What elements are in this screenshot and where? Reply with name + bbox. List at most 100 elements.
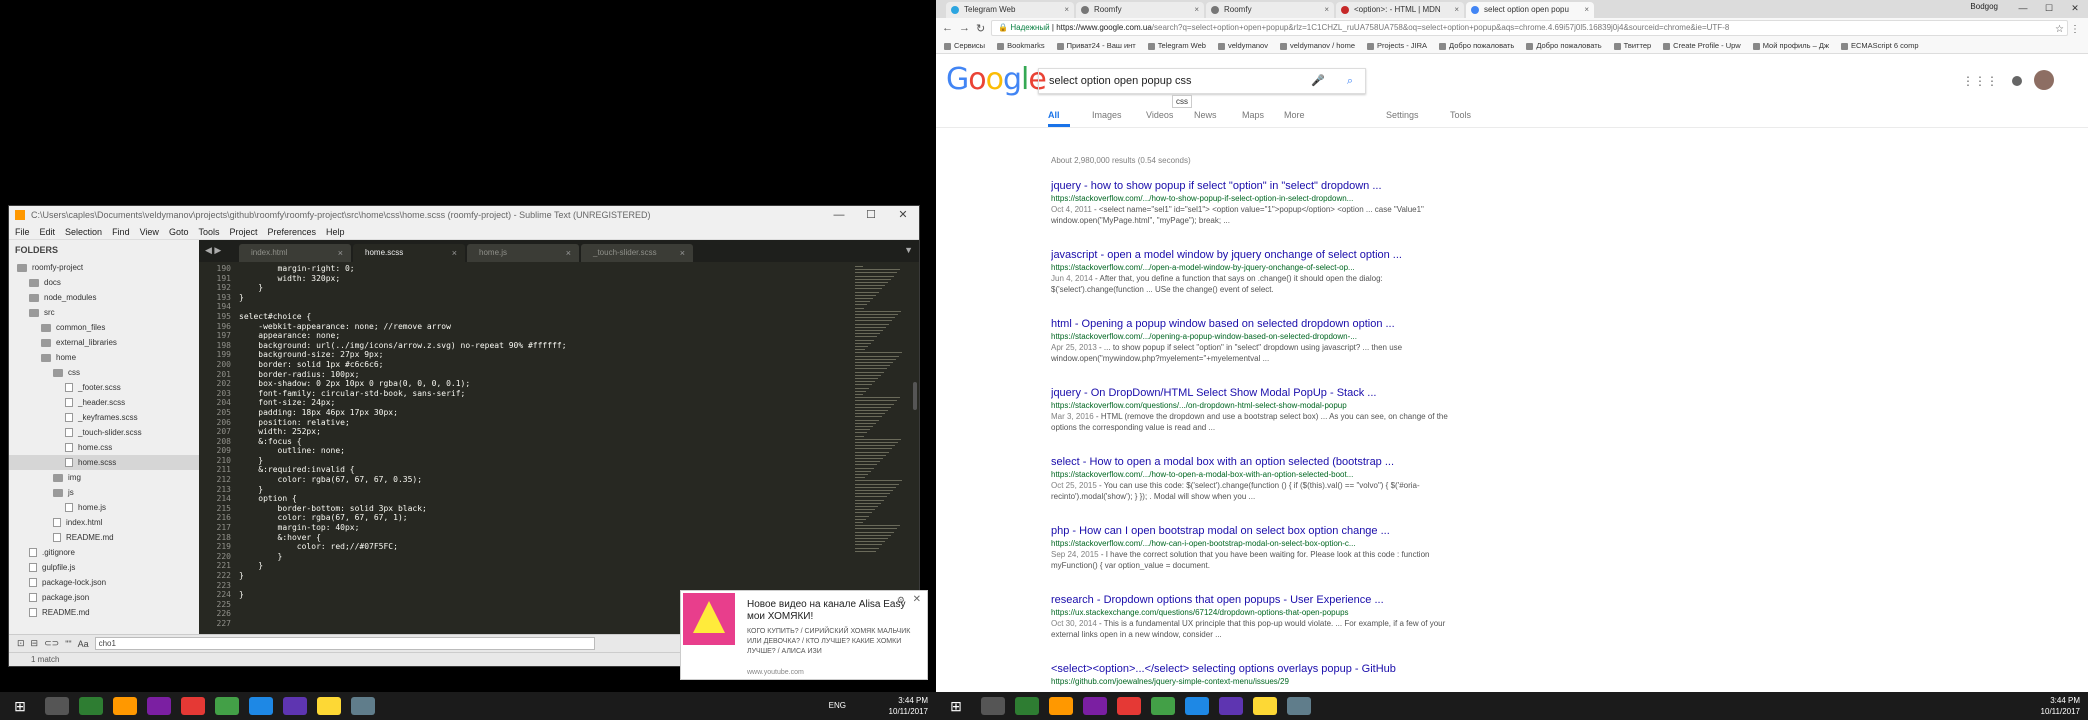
notifications-icon[interactable] xyxy=(2012,76,2022,86)
result-title[interactable]: html - Opening a popup window based on s… xyxy=(1051,318,1461,331)
result-title[interactable]: jquery - On DropDown/HTML Select Show Mo… xyxy=(1051,387,1461,400)
code-line[interactable] xyxy=(239,581,851,591)
editor-tab[interactable]: home.scss × xyxy=(353,244,465,262)
chrome-user[interactable]: Bodgog xyxy=(1970,2,1998,11)
tab-nav-arrows-icon[interactable]: ◀ ▶ xyxy=(205,245,221,256)
menu-item-find[interactable]: Find xyxy=(112,224,130,239)
address-bar[interactable]: 🔒 Надежный | https://www.google.com.ua/s… xyxy=(991,20,2068,36)
menu-item-tools[interactable]: Tools xyxy=(198,224,219,239)
result-title[interactable]: research - Dropdown options that open po… xyxy=(1051,594,1461,607)
bookmark-item[interactable]: Добро пожаловать xyxy=(1526,38,1602,53)
minimize-icon[interactable]: — xyxy=(2010,0,2036,16)
close-icon[interactable]: × xyxy=(566,244,571,262)
result-title[interactable]: select - How to open a modal box with an… xyxy=(1051,456,1461,469)
code-line[interactable]: &:focus { xyxy=(239,437,851,447)
file-explorer-icon[interactable] xyxy=(1253,697,1277,715)
close-icon[interactable]: ✕ xyxy=(2062,0,2088,16)
mic-icon[interactable]: 🎤 xyxy=(1311,69,1325,93)
close-icon[interactable]: × xyxy=(1194,2,1199,18)
bookmark-item[interactable]: Сервисы xyxy=(944,38,985,53)
tree-item[interactable]: css xyxy=(9,365,199,380)
code-line[interactable]: border-bottom: solid 3px black; xyxy=(239,504,851,514)
windows-start-icon[interactable]: ⊞ xyxy=(0,698,40,715)
close-icon[interactable]: × xyxy=(452,244,457,262)
code-line[interactable]: option { xyxy=(239,494,851,504)
photos-icon[interactable] xyxy=(1287,697,1311,715)
code-line[interactable]: width: 320px; xyxy=(239,274,851,284)
close-icon[interactable]: × xyxy=(338,244,343,262)
tree-item[interactable]: _footer.scss xyxy=(9,380,199,395)
code-line[interactable]: appearance: none; xyxy=(239,331,851,341)
tree-item[interactable]: _touch-slider.scss xyxy=(9,425,199,440)
menu-item-file[interactable]: File xyxy=(15,224,30,239)
find-option-button[interactable]: ⊂⊃ xyxy=(44,638,59,649)
bookmark-item[interactable]: Мой профиль – Дж xyxy=(1752,38,1829,53)
menu-item-view[interactable]: View xyxy=(140,224,159,239)
browser-tab[interactable]: Telegram Web × xyxy=(946,2,1074,18)
tree-item[interactable]: _header.scss xyxy=(9,395,199,410)
tree-item[interactable]: node_modules xyxy=(9,290,199,305)
find-option-button[interactable]: "" xyxy=(65,639,71,649)
code-line[interactable]: -webkit-appearance: none; //remove arrow xyxy=(239,322,851,332)
minimize-icon[interactable]: — xyxy=(823,206,855,224)
result-title[interactable]: <select><option>...</select> selecting o… xyxy=(1051,663,1461,676)
app-icon[interactable] xyxy=(1151,697,1175,715)
tree-item[interactable]: home.js xyxy=(9,500,199,515)
menu-item-edit[interactable]: Edit xyxy=(40,224,56,239)
notification-toast[interactable]: ⚙ ✕ Новое видео на канале Alisa Easy мои… xyxy=(680,590,928,680)
tree-item[interactable]: external_libraries xyxy=(9,335,199,350)
tree-item[interactable]: _keyframes.scss xyxy=(9,410,199,425)
minimap[interactable] xyxy=(851,262,911,634)
close-icon[interactable]: × xyxy=(1064,2,1069,18)
code-line[interactable]: } xyxy=(239,561,851,571)
maximize-icon[interactable]: ☐ xyxy=(855,206,887,224)
browser-tab[interactable]: Roomfy × xyxy=(1206,2,1334,18)
code-line[interactable]: &:hover { xyxy=(239,533,851,543)
code-line[interactable]: color: rgba(67, 67, 67, 0.35); xyxy=(239,475,851,485)
search-icon[interactable]: ⌕ xyxy=(1347,69,1353,93)
skype-icon[interactable] xyxy=(249,697,273,715)
editor-tab[interactable]: home.js × xyxy=(467,244,579,262)
bookmark-item[interactable]: Telegram Web xyxy=(1147,38,1206,53)
skype-icon[interactable] xyxy=(1185,697,1209,715)
bookmark-item[interactable]: ECMAScript 6 comp xyxy=(1840,38,1919,53)
find-option-button[interactable]: Aa xyxy=(78,639,89,649)
bookmark-item[interactable]: Твиттер xyxy=(1613,38,1651,53)
app-icon[interactable] xyxy=(1083,697,1107,715)
tree-item[interactable]: home.css xyxy=(9,440,199,455)
result-url[interactable]: https://stackoverflow.com/.../open-a-mod… xyxy=(1051,262,1461,273)
result-url[interactable]: https://stackoverflow.com/questions/.../… xyxy=(1051,400,1461,411)
search-input[interactable]: select option open popup css 🎤 ⌕ xyxy=(1038,68,1366,94)
code-line[interactable] xyxy=(239,302,851,312)
chrome-taskbar-icon[interactable] xyxy=(1117,697,1141,715)
code-line[interactable]: } xyxy=(239,552,851,562)
scroll-thumb[interactable] xyxy=(913,382,917,410)
result-url[interactable]: https://stackoverflow.com/.../how-to-sho… xyxy=(1051,193,1461,204)
bookmark-item[interactable]: veldymanov / home xyxy=(1279,38,1355,53)
menu-item-project[interactable]: Project xyxy=(229,224,257,239)
search-tab-settings[interactable]: Settings xyxy=(1386,110,1419,120)
code-line[interactable]: position: relative; xyxy=(239,418,851,428)
search-tab-tools[interactable]: Tools xyxy=(1450,110,1471,120)
tree-item[interactable]: home.scss xyxy=(9,455,199,470)
vertical-scrollbar[interactable] xyxy=(911,262,919,634)
star-icon[interactable]: ☆ xyxy=(2055,24,2064,35)
code-line[interactable]: box-shadow: 0 2px 10px 0 rgba(0, 0, 0, 0… xyxy=(239,379,851,389)
app-icon[interactable] xyxy=(1015,697,1039,715)
menu-item-goto[interactable]: Goto xyxy=(169,224,189,239)
sublime-titlebar[interactable]: C:\Users\caples\Documents\veldymanov\pro… xyxy=(9,206,919,224)
close-icon[interactable]: × xyxy=(1584,2,1589,18)
google-logo[interactable]: Google xyxy=(946,62,1047,97)
tree-item[interactable]: common_files xyxy=(9,320,199,335)
result-url[interactable]: https://github.com/joewalnes/jquery-simp… xyxy=(1051,676,1461,687)
result-url[interactable]: https://stackoverflow.com/.../opening-a-… xyxy=(1051,331,1461,342)
code-line[interactable]: border-radius: 100px; xyxy=(239,370,851,380)
editor-tab[interactable]: _touch-slider.scss × xyxy=(581,244,693,262)
tree-item[interactable]: gulpfile.js xyxy=(9,560,199,575)
code-line[interactable]: } xyxy=(239,293,851,303)
language-indicator[interactable]: ENG xyxy=(829,701,846,710)
tree-item[interactable]: README.md xyxy=(9,605,199,620)
tree-item[interactable]: package.json xyxy=(9,590,199,605)
reload-icon[interactable]: ↻ xyxy=(976,22,985,35)
tree-item[interactable]: index.html xyxy=(9,515,199,530)
